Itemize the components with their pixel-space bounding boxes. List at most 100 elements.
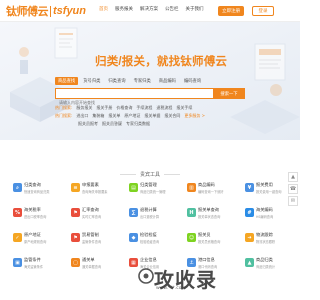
hot-link[interactable]: 手续流程 <box>136 105 152 111</box>
hot-link[interactable]: 退税流程 <box>156 105 172 111</box>
tool-card[interactable]: ✓ 原产地证 原产地规则查询 <box>12 230 67 254</box>
tool-name: 归类管理 <box>140 182 157 187</box>
register-button[interactable]: 立即注册 <box>218 6 244 16</box>
tool-card-text: 原产地证 原产地规则查询 <box>24 232 66 244</box>
tool-card-text: 贸易管制监管条件查询 <box>82 232 124 244</box>
tool-desc: 报关员资格查询 <box>198 240 221 244</box>
tab-product-code[interactable]: 商品编码 <box>156 77 179 85</box>
tool-card[interactable]: ⚑ 汇率查询 实时汇率查询 <box>70 205 125 229</box>
tool-desc: 进出口税率查询 <box>24 215 47 219</box>
tool-card-text: 商品归类 商品归类统计 <box>256 257 298 269</box>
tool-card-text: 归类查询 快速查询商品归类 <box>24 182 66 194</box>
tool-card[interactable]: ⌕ 归类查询 快速查询商品归类 <box>12 180 67 204</box>
tab-product-search[interactable]: 商品查找 <box>55 77 79 85</box>
tab-item-classify[interactable]: 货号归类 <box>80 77 103 85</box>
tool-name: 贸易管制 <box>82 232 99 237</box>
hot-link[interactable]: 报关手续 <box>176 105 192 111</box>
tool-card[interactable]: H 报关单查询 报关单状态查询 <box>186 205 241 229</box>
tool-name: 商品编码 <box>198 182 215 187</box>
tool-desc: 检验检疫查询 <box>140 240 160 244</box>
tool-name: 报关单查询 <box>198 207 219 212</box>
tool-card-text: 物流跟踪 物流状态跟踪 <box>256 232 298 244</box>
tool-desc: 实时汇率查询 <box>82 215 102 219</box>
hot-link[interactable]: 报关单 <box>108 113 120 119</box>
tool-card[interactable]: % 海关税率 进出口税率查询 <box>12 205 67 229</box>
tool-card[interactable]: ☺ 报关员 报关员资格查询 <box>186 230 241 254</box>
tool-card[interactable]: ▥ 商品编码编码查询一下就好 <box>186 180 241 204</box>
watermark-url: www.***.com <box>156 286 186 291</box>
tool-card-text: 汇率查询 实时汇率查询 <box>82 207 124 219</box>
chart-icon: ▲ <box>245 258 254 267</box>
back-to-top-button[interactable]: ▲ <box>288 172 298 182</box>
nav-item-service[interactable]: 服务报关 <box>115 6 133 12</box>
tool-card[interactable]: ▤ 归类管理 商品归类统一管理 <box>128 180 183 204</box>
tool-card[interactable]: ▣ 监管条件 海关监管条件 <box>12 255 67 279</box>
hot-link[interactable]: 专家归类数据 <box>126 121 150 127</box>
tool-card[interactable]: ▢ 通关单 通关单据查询 <box>70 255 125 279</box>
hot-link[interactable]: 报关手册 <box>96 105 112 111</box>
hot-search-row-1: 热门搜索: 服务报关 报关手册 价格查询 手续流程 退税流程 报关手续 <box>55 105 192 111</box>
money-icon: ¥ <box>245 183 254 192</box>
nav-item-about[interactable]: 关于我们 <box>186 6 204 12</box>
hot-link[interactable]: 服务报关 <box>76 105 92 111</box>
tool-desc: 原产地规则查询 <box>24 240 47 244</box>
truck-icon: ➜ <box>245 233 254 242</box>
hot-link[interactable]: 报关合同 <box>164 113 180 119</box>
tool-card[interactable]: ∑ 退税计算 出口退税计算 <box>128 205 183 229</box>
nav-item-home[interactable]: 首页 <box>99 6 108 12</box>
tool-card-text: 报关单查询报关单状态查询 <box>198 207 240 219</box>
hot-link[interactable]: 集装箱 <box>92 113 104 119</box>
tool-name: 报关员 <box>198 232 211 237</box>
hot-link[interactable]: 报关员报考 <box>78 121 98 127</box>
tool-card[interactable]: # 海关编码 HS编码查询 <box>244 205 299 229</box>
tab-classify-query[interactable]: 归类查询 <box>105 77 128 85</box>
list-icon: ≡ <box>71 183 80 192</box>
hot-link[interactable]: 报关员答疑 <box>102 121 122 127</box>
tool-card[interactable]: ≡ 申报要素 查询海关申报要素 <box>70 180 125 204</box>
more-services-link[interactable]: 更多服务 > <box>184 113 205 119</box>
folder-icon: ▤ <box>129 183 138 192</box>
tool-card[interactable]: ▲ 商品归类 商品归类统计 <box>244 255 299 279</box>
hot-link[interactable]: 进出口 <box>76 113 88 119</box>
tool-name: 归类查询 <box>24 182 41 187</box>
tool-card[interactable]: ◆ 检验检疫 检验检疫查询 <box>128 230 183 254</box>
hot-link[interactable]: 原产地证 <box>124 113 140 119</box>
tool-desc: 报关单状态查询 <box>198 215 221 219</box>
tab-code-query[interactable]: 编码查询 <box>181 77 204 85</box>
tool-card-text: 通关单 通关单据查询 <box>82 257 124 269</box>
tool-card[interactable]: ➜ 物流跟踪 物流状态跟踪 <box>244 230 299 254</box>
tool-card-text: 监管条件 海关监管条件 <box>24 257 66 269</box>
phone-button[interactable]: ☎ <box>288 184 298 194</box>
watermark: 攻收录 www.***.com <box>138 262 220 296</box>
tool-desc: 编码查询一下就好 <box>198 190 224 194</box>
site-logo[interactable]: 钛师傅云 tsfyun <box>6 2 86 20</box>
tool-card-text: 申报要素 查询海关申报要素 <box>82 182 124 194</box>
barcode-icon: ▥ <box>187 183 196 192</box>
login-button[interactable]: 登录 <box>252 6 274 16</box>
doc-search-icon: ⌕ <box>13 183 22 192</box>
nav-item-notice[interactable]: 公告栏 <box>165 6 179 12</box>
flag-icon: ⚑ <box>71 208 80 217</box>
search-button[interactable]: 搜索一下 <box>213 88 245 99</box>
tool-name: 商品归类 <box>256 257 273 262</box>
hot-link[interactable]: 报关单据 <box>144 113 160 119</box>
logo-en-text: tsfyun <box>53 5 86 17</box>
tool-desc: 查询海关申报要素 <box>82 190 108 194</box>
tool-card[interactable]: ⚑ 贸易管制监管条件查询 <box>70 230 125 254</box>
nav-item-solution[interactable]: 解决方案 <box>140 6 158 12</box>
tool-desc: 海关监管条件 <box>24 265 44 269</box>
building-icon: ▦ <box>129 258 138 267</box>
hot-label: 热门搜索: <box>55 105 73 110</box>
tab-expert-classify[interactable]: 专家归类 <box>131 77 154 85</box>
logo-divider <box>50 5 51 17</box>
cert-icon: ✓ <box>13 233 22 242</box>
tool-card-text: 商品编码编码查询一下就好 <box>198 182 240 194</box>
message-button[interactable]: ✉ <box>288 196 298 206</box>
tool-name: 海关编码 <box>256 207 273 212</box>
tool-card-text: 退税计算 出口退税计算 <box>140 207 182 219</box>
tool-desc: HS编码查询 <box>256 215 274 219</box>
flag-red-icon: ⚑ <box>71 233 80 242</box>
tool-desc: 监管条件查询 <box>82 240 102 244</box>
tool-card-text: 归类管理 商品归类统一管理 <box>140 182 182 194</box>
hot-link[interactable]: 价格查询 <box>116 105 132 111</box>
